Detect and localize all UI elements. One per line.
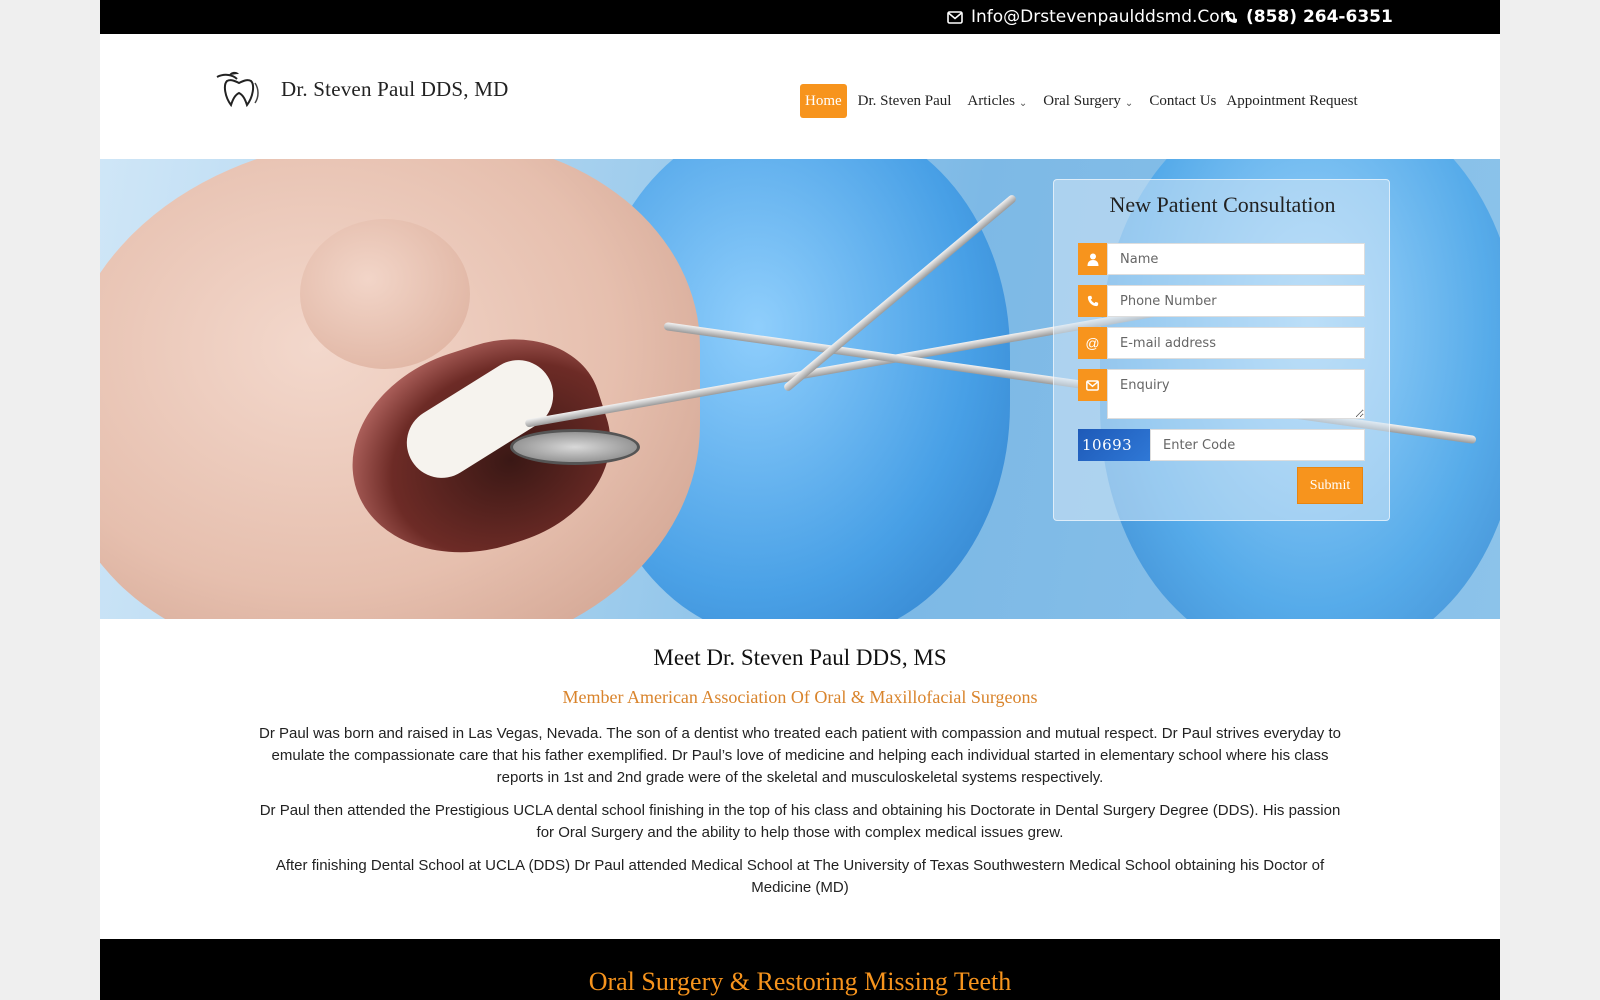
nav-item-contact-us[interactable]: Contact Us bbox=[1144, 84, 1221, 118]
phone-link[interactable]: (858) 264-6351 bbox=[1224, 0, 1393, 34]
submit-button[interactable]: Submit bbox=[1297, 467, 1363, 504]
enquiry-field-group bbox=[1078, 369, 1365, 419]
user-icon bbox=[1078, 243, 1107, 275]
consultation-form: New Patient Consultation @ bbox=[1053, 179, 1390, 521]
about-subtitle: Member American Association Of Oral & Ma… bbox=[562, 687, 1038, 707]
name-input[interactable] bbox=[1107, 243, 1365, 275]
page: Info@Drstevenpaulddsmd.Com (858) 264-635… bbox=[100, 0, 1500, 1000]
form-title: New Patient Consultation bbox=[1109, 192, 1336, 217]
captcha-field-group: 10693 bbox=[1078, 429, 1365, 461]
chevron-down-icon: ⌄ bbox=[1018, 97, 1028, 109]
logo-text: Dr. Steven Paul DDS, MD bbox=[281, 76, 509, 101]
about-section: Meet Dr. Steven Paul DDS, MS Member Amer… bbox=[100, 619, 1500, 939]
nav-label: Oral Surgery bbox=[1043, 92, 1121, 109]
nav-item-oral-surgery[interactable]: Oral Surgery ⌄ bbox=[1038, 84, 1138, 118]
phone-input[interactable] bbox=[1107, 285, 1365, 317]
top-bar: Info@Drstevenpaulddsmd.Com (858) 264-635… bbox=[100, 0, 1500, 34]
nav-item-home[interactable]: Home bbox=[800, 84, 847, 118]
enquiry-textarea[interactable] bbox=[1107, 369, 1365, 419]
nav-item-articles[interactable]: Articles ⌄ bbox=[962, 84, 1032, 118]
phone-icon bbox=[1225, 11, 1237, 23]
about-title: Meet Dr. Steven Paul DDS, MS bbox=[653, 645, 947, 670]
phone-icon bbox=[1078, 285, 1107, 317]
header: Dr. Steven Paul DDS, MD Home Dr. Steven … bbox=[100, 34, 1500, 159]
chevron-down-icon: ⌄ bbox=[1124, 97, 1134, 109]
services-section: Oral Surgery & Restoring Missing Teeth bbox=[100, 939, 1500, 1000]
tooth-logo-icon bbox=[216, 71, 259, 107]
at-sign-icon: @ bbox=[1078, 327, 1107, 359]
captcha-image: 10693 bbox=[1078, 429, 1150, 461]
nav-label: Dr. Steven Paul bbox=[857, 92, 952, 109]
nav-label: Articles bbox=[967, 92, 1015, 109]
about-paragraph-1: Dr Paul was born and raised in Las Vegas… bbox=[259, 725, 1341, 786]
about-paragraph-2: Dr Paul then attended the Prestigious UC… bbox=[259, 802, 1341, 841]
services-title: Oral Surgery & Restoring Missing Teeth bbox=[588, 967, 1012, 996]
about-paragraph-3: After finishing Dental School at UCLA (D… bbox=[275, 857, 1325, 896]
nav-label: Contact Us bbox=[1149, 92, 1217, 109]
nav-item-dr-steven-paul[interactable]: Dr. Steven Paul bbox=[853, 84, 957, 118]
nav-label: Home bbox=[805, 92, 842, 109]
email-field-group: @ bbox=[1078, 327, 1365, 359]
envelope-icon bbox=[947, 10, 963, 24]
email-link[interactable]: Info@Drstevenpaulddsmd.Com bbox=[947, 0, 1236, 34]
email-text: Info@Drstevenpaulddsmd.Com bbox=[971, 7, 1237, 27]
name-field-group bbox=[1078, 243, 1365, 275]
nav-label: Appointment Request bbox=[1226, 92, 1358, 109]
envelope-icon bbox=[1078, 369, 1107, 401]
main-nav: Home Dr. Steven Paul Articles ⌄ Oral Surg… bbox=[800, 84, 1363, 118]
phone-text: (858) 264-6351 bbox=[1246, 7, 1393, 27]
logo[interactable]: Dr. Steven Paul DDS, MD bbox=[215, 71, 508, 107]
phone-field-group bbox=[1078, 285, 1365, 317]
hero-banner: New Patient Consultation @ bbox=[100, 159, 1500, 619]
captcha-input[interactable] bbox=[1150, 429, 1365, 461]
email-input[interactable] bbox=[1107, 327, 1365, 359]
nav-item-appointment-request[interactable]: Appointment Request bbox=[1221, 84, 1362, 118]
